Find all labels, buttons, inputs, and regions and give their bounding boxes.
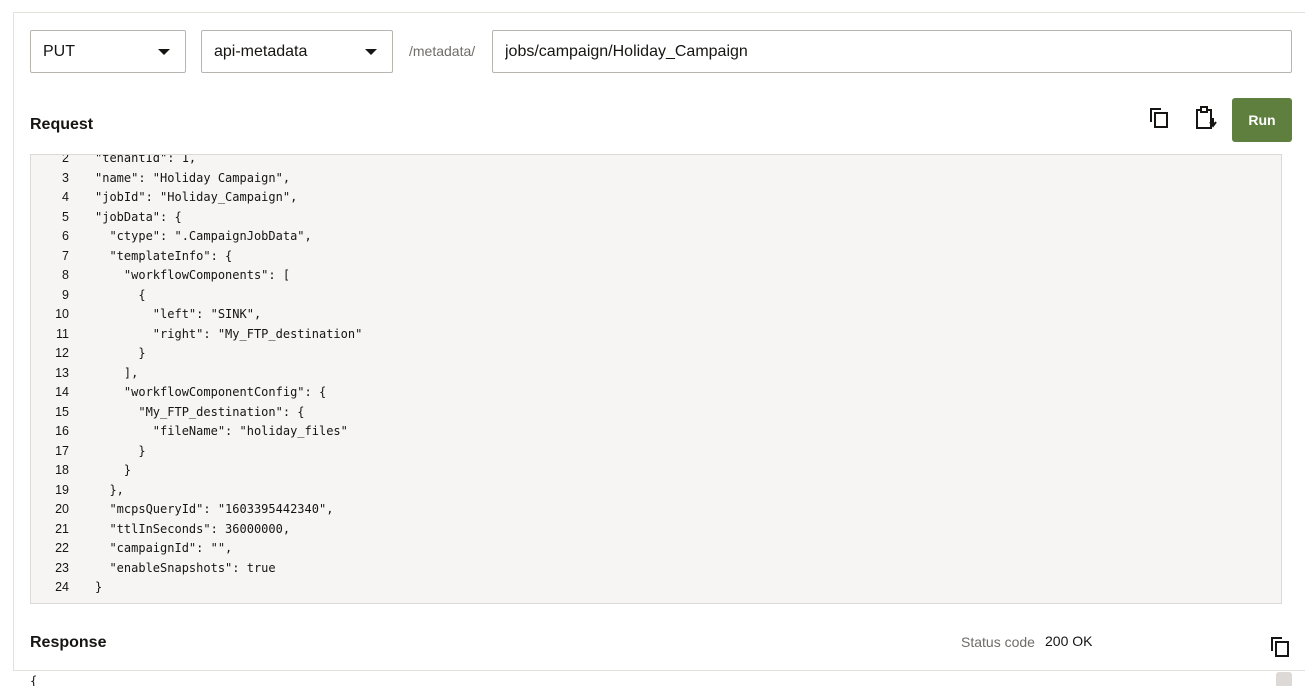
code-text: "fileName": "holiday_files" xyxy=(95,424,348,438)
line-number: 17 xyxy=(55,443,69,458)
code-line: 5 "jobData": { xyxy=(31,208,1281,228)
code-text: "workflowComponentConfig": { xyxy=(95,385,327,399)
line-number: 16 xyxy=(55,424,69,438)
code-line: 19 }, xyxy=(31,481,1281,501)
line-number: 10 xyxy=(55,307,69,321)
code-text: "ctype": ".CampaignJobData", xyxy=(95,229,312,243)
code-line: 22 "campaignId": "", xyxy=(31,539,1281,559)
code-text: "left": "SINK", xyxy=(95,307,262,321)
code-text: "campaignId": "", xyxy=(95,541,233,555)
line-number: 21 xyxy=(55,521,69,536)
code-line: 9 { xyxy=(31,286,1281,306)
code-line: 12 } xyxy=(31,344,1281,364)
path-input[interactable] xyxy=(492,30,1292,73)
code-text: "right": "My_FTP_destination" xyxy=(95,326,363,341)
code-line: 16 "fileName": "holiday_files" xyxy=(31,422,1281,442)
code-text: "name": "Holiday Campaign", xyxy=(95,170,291,185)
code-text: ], xyxy=(95,365,139,380)
code-line: 17 } xyxy=(31,442,1281,462)
run-button[interactable]: Run xyxy=(1232,98,1292,142)
code-line: 7 "templateInfo": { xyxy=(31,247,1281,267)
code-text: }, xyxy=(95,482,124,497)
line-number: 14 xyxy=(55,385,69,399)
code-line: 15 "My_FTP_destination": { xyxy=(31,403,1281,423)
code-line: 6 "ctype": ".CampaignJobData", xyxy=(31,227,1281,247)
line-number: 9 xyxy=(62,287,69,302)
service-value: api-metadata xyxy=(214,42,308,60)
line-number: 6 xyxy=(62,229,69,243)
line-number: 4 xyxy=(62,190,69,204)
code-line: 20 "mcpsQueryId": "1603395442340", xyxy=(31,500,1281,520)
line-number: 11 xyxy=(56,326,69,341)
copy-icon[interactable] xyxy=(1267,634,1293,660)
line-number: 2 xyxy=(62,154,69,165)
request-editor[interactable]: 2 "tenantId": 1, 3 "name": "Holiday Campaig… xyxy=(30,154,1282,604)
line-number: 13 xyxy=(55,365,69,380)
code-line: 21 "ttlInSeconds": 36000000, xyxy=(31,520,1281,540)
path-prefix: /metadata/ xyxy=(409,43,476,59)
code-text: "ttlInSeconds": 36000000, xyxy=(95,521,291,536)
code-text: "My_FTP_destination": { xyxy=(95,404,305,419)
line-number: 23 xyxy=(55,560,69,575)
code-line: 14 "workflowComponentConfig": { xyxy=(31,383,1281,403)
code-line: 23 "enableSnapshots": true xyxy=(31,559,1281,579)
code-line: 10 "left": "SINK", xyxy=(31,305,1281,325)
chevron-down-icon xyxy=(158,49,170,55)
line-number: 24 xyxy=(55,580,69,594)
code-text: "mcpsQueryId": "1603395442340", xyxy=(95,502,334,516)
line-number: 20 xyxy=(55,502,69,516)
status-code-value: 200 OK xyxy=(1045,633,1093,649)
code-text: } xyxy=(95,443,146,458)
request-title: Request xyxy=(30,116,94,133)
line-number: 15 xyxy=(55,404,69,419)
code-line: 18 } xyxy=(31,461,1281,481)
response-text: { xyxy=(30,674,38,686)
code-text: "enableSnapshots": true xyxy=(95,560,276,575)
code-text: } xyxy=(95,580,103,594)
line-number: 18 xyxy=(55,463,69,477)
code-text: "workflowComponents": [ xyxy=(95,268,291,282)
code-line: 4 "jobId": "Holiday_Campaign", xyxy=(31,188,1281,208)
line-number: 12 xyxy=(55,346,69,360)
chevron-down-icon xyxy=(365,49,377,55)
code-line: 13 ], xyxy=(31,364,1281,384)
method-value: PUT xyxy=(43,42,75,60)
code-text: } xyxy=(95,463,132,477)
method-select[interactable]: PUT xyxy=(30,30,186,73)
code-text: "tenantId": 1, xyxy=(95,154,197,165)
code-line: 8 "workflowComponents": [ xyxy=(31,266,1281,286)
line-number: 3 xyxy=(62,170,69,185)
code-text: "jobData": { xyxy=(95,209,182,224)
code-text: } xyxy=(95,346,146,360)
code-text: { xyxy=(95,287,146,302)
code-line: 11 "right": "My_FTP_destination" xyxy=(31,325,1281,345)
line-number: 22 xyxy=(55,541,69,555)
code-line: 2 "tenantId": 1, xyxy=(31,154,1281,169)
paste-icon[interactable] xyxy=(1193,105,1219,131)
line-number: 8 xyxy=(62,268,69,282)
line-number: 19 xyxy=(55,482,69,497)
response-scrollbar[interactable] xyxy=(1276,672,1292,686)
code-text: "jobId": "Holiday_Campaign", xyxy=(95,190,298,204)
line-number: 5 xyxy=(62,209,69,224)
copy-icon[interactable] xyxy=(1146,105,1172,131)
code-line: 3 "name": "Holiday Campaign", xyxy=(31,169,1281,189)
service-select[interactable]: api-metadata xyxy=(201,30,393,73)
code-text: "templateInfo": { xyxy=(95,248,233,263)
response-body[interactable] xyxy=(13,670,1305,686)
response-title: Response xyxy=(30,634,107,651)
code-line: 24} xyxy=(31,578,1281,598)
status-code-label: Status code xyxy=(961,634,1035,650)
line-number: 7 xyxy=(62,248,69,263)
